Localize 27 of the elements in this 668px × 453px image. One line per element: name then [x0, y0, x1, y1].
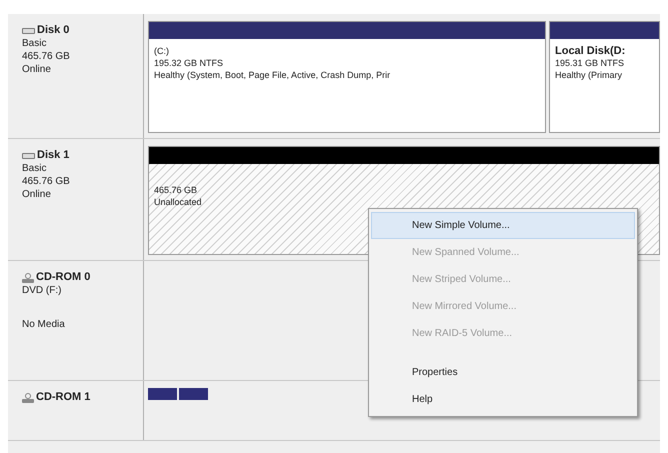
volume-label: Local Disk(D:: [555, 45, 626, 57]
volume-status: Healthy (Primary: [555, 69, 622, 81]
disk-info: DVD (F:): [22, 284, 62, 297]
volume-status: Healthy (System, Boot, Page File, Active, Crash Dump, Prir: [154, 69, 390, 81]
disk-info: 465.76 GB: [22, 175, 71, 188]
disk-info: Basic: [22, 162, 48, 175]
volume-label: (C:): [154, 45, 169, 57]
disk-name: Disk 1: [37, 149, 70, 162]
disk-name: CD-ROM 1: [36, 391, 90, 404]
disk-info: Online: [22, 63, 52, 76]
volume-size: 195.31 GB NTFS: [555, 57, 624, 69]
media-status: No Media: [22, 318, 66, 331]
disk-info: Basic: [22, 37, 48, 50]
disk-info: Online: [22, 188, 52, 201]
partition-header-bar: [179, 388, 208, 400]
volume-size: 465.76 GB: [154, 184, 198, 196]
disk-info: 465.76 GB: [22, 50, 71, 63]
volume-status: Unallocated: [154, 196, 202, 208]
menu-item[interactable]: Properties: [371, 359, 635, 386]
volume-size: 195.32 GB NTFS: [154, 57, 224, 69]
disk-name: Disk 0: [37, 24, 70, 37]
menu-item[interactable]: New Simple Volume...: [371, 212, 635, 239]
disk-name: CD-ROM 0: [36, 271, 90, 284]
menu-item[interactable]: Help: [371, 386, 635, 413]
cd-drive-icon: [22, 272, 34, 282]
partition-header-bar: [148, 388, 177, 400]
cd-drive-icon: [22, 392, 34, 402]
